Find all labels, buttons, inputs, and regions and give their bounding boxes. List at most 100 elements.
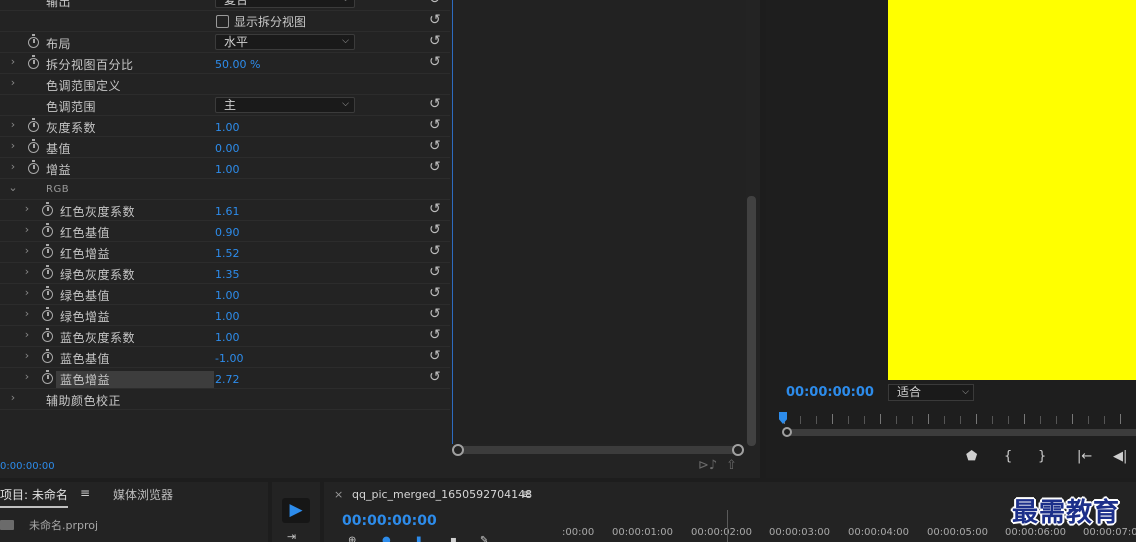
sequence-timecode[interactable]: 00:00:00:00 [342,513,437,529]
reset-icon[interactable]: ↺ [429,285,441,301]
selection-tool-button[interactable]: ▶ [282,498,310,523]
stopwatch-icon[interactable] [42,328,53,342]
zoom-right-handle[interactable] [732,444,744,456]
keyframe-timeline-area[interactable] [452,0,746,444]
chevron-right-icon[interactable]: › [22,223,32,236]
chevron-right-icon[interactable]: › [22,202,32,215]
property-value[interactable]: 1.35 [215,268,240,281]
property-value[interactable]: 0.90 [215,226,240,239]
stopwatch-icon[interactable] [42,349,53,363]
chevron-right-icon[interactable]: › [22,265,32,278]
effect-property-row[interactable]: › 绿色增益 1.00 ↺ [0,305,450,326]
effect-property-row[interactable]: 色调范围主 ⌵ ↺ [0,95,450,116]
property-value[interactable]: 0.00 [215,142,240,155]
effect-property-row[interactable]: › 蓝色灰度系数 1.00 ↺ [0,326,450,347]
effect-property-row[interactable]: › 红色增益 1.52 ↺ [0,242,450,263]
reset-icon[interactable]: ↺ [429,306,441,322]
property-dropdown[interactable]: 水平 ⌵ [215,34,355,50]
fit-dropdown[interactable]: 适合 ⌵ [888,384,974,401]
tab-project[interactable]: 项目: 未命名 [0,486,68,508]
reset-icon[interactable]: ↺ [429,33,441,49]
effect-property-row[interactable]: › 红色基值 0.90 ↺ [0,221,450,242]
property-value[interactable]: 1.00 [215,310,240,323]
program-time-ruler[interactable] [782,414,1136,428]
mark-out-icon[interactable]: } [1038,449,1046,464]
linked-selection-icon[interactable]: ● [382,535,391,542]
mark-in-icon[interactable]: { [1004,449,1012,464]
keyframe-zoom-scrollbar[interactable] [452,444,744,456]
effect-property-row[interactable]: 显示拆分视图 ↺ [0,11,450,32]
effect-property-row[interactable]: › 辅助颜色校正 [0,389,450,410]
property-value[interactable]: -1.00 [215,352,243,365]
filter-audio-icon[interactable]: ⊳♪ [698,458,717,473]
sequence-menu-icon[interactable]: ≡ [521,487,531,501]
chevron-right-icon[interactable]: › [8,76,18,89]
chevron-right-icon[interactable]: › [8,391,18,404]
property-value[interactable]: 50.00 % [215,58,260,71]
chevron-right-icon[interactable]: › [22,370,32,383]
program-zoom-bar[interactable] [786,429,1136,436]
chevron-right-icon[interactable]: › [8,55,18,68]
tab-media-browser[interactable]: 媒体浏览器 [113,486,173,503]
stopwatch-icon[interactable] [28,34,39,48]
property-value[interactable]: 1.00 [215,331,240,344]
effect-property-row[interactable]: › 蓝色基值 -1.00 ↺ [0,347,450,368]
effect-property-row[interactable]: › 红色灰度系数 1.61 ↺ [0,200,450,221]
step-back-icon[interactable]: ◀| [1113,449,1127,464]
stopwatch-icon[interactable] [42,223,53,237]
effect-property-row[interactable]: › 绿色基值 1.00 ↺ [0,284,450,305]
stopwatch-icon[interactable] [42,202,53,216]
effect-property-row[interactable]: › 蓝色增益 2.72 ↺ [0,368,450,389]
export-icon[interactable]: ⇧ [726,458,737,473]
reset-icon[interactable]: ↺ [429,117,441,133]
effect-property-row[interactable]: 布局 水平 ⌵ ↺ [0,32,450,53]
reset-icon[interactable]: ↺ [429,201,441,217]
reset-icon[interactable]: ↺ [429,222,441,238]
tab-sequence[interactable]: qq_pic_merged_1650592704148 [352,488,532,501]
stopwatch-icon[interactable] [28,139,39,153]
effect-property-row[interactable]: › 灰度系数 1.00 ↺ [0,116,450,137]
reset-icon[interactable]: ↺ [429,0,441,7]
program-zoom-handle[interactable] [782,427,792,437]
stopwatch-icon[interactable] [42,244,53,258]
effect-property-row[interactable]: ⌄ RGB [0,179,450,200]
chevron-down-icon[interactable]: ⌄ [8,181,18,194]
reset-icon[interactable]: ↺ [429,138,441,154]
go-to-in-icon[interactable]: |← [1077,449,1092,464]
effect-property-row[interactable]: 输出 复合 ⌵ ↺ [0,0,450,11]
reset-icon[interactable]: ↺ [429,243,441,259]
reset-icon[interactable]: ↺ [429,54,441,70]
property-value[interactable]: 2.72 [215,373,240,386]
vertical-scrollbar-thumb[interactable] [747,196,756,446]
program-timecode[interactable]: 00:00:00:00 [786,385,874,400]
chevron-right-icon[interactable]: › [8,118,18,131]
reset-icon[interactable]: ↺ [429,159,441,175]
add-marker-icon[interactable]: ⬟ [966,449,977,464]
stopwatch-icon[interactable] [28,55,39,69]
zoom-left-handle[interactable] [452,444,464,456]
sequence-playhead-line[interactable] [727,510,728,542]
reset-icon[interactable]: ↺ [429,348,441,364]
stopwatch-icon[interactable] [42,370,53,384]
chevron-right-icon[interactable]: › [8,160,18,173]
chevron-right-icon[interactable]: › [22,307,32,320]
property-value[interactable]: 1.61 [215,205,240,218]
chevron-right-icon[interactable]: › [8,139,18,152]
property-dropdown[interactable]: 复合 ⌵ [215,0,355,8]
project-file-item[interactable]: 未命名.prproj [29,517,98,533]
property-value[interactable]: 1.52 [215,247,240,260]
chevron-right-icon[interactable]: › [22,286,32,299]
track-select-tool-icon[interactable]: ⇥ [287,530,296,542]
stopwatch-icon[interactable] [42,307,53,321]
effect-property-row[interactable]: › 基值 0.00 ↺ [0,137,450,158]
chevron-right-icon[interactable]: › [22,244,32,257]
effect-property-row[interactable]: › 色调范围定义 [0,74,450,95]
property-value[interactable]: 1.00 [215,121,240,134]
reset-icon[interactable]: ↺ [429,96,441,112]
reset-icon[interactable]: ↺ [429,369,441,385]
stopwatch-icon[interactable] [42,265,53,279]
stopwatch-icon[interactable] [42,286,53,300]
property-value[interactable]: 1.00 [215,289,240,302]
split-view-checkbox[interactable] [216,15,229,28]
wrench-icon[interactable]: ✎ [480,535,488,542]
